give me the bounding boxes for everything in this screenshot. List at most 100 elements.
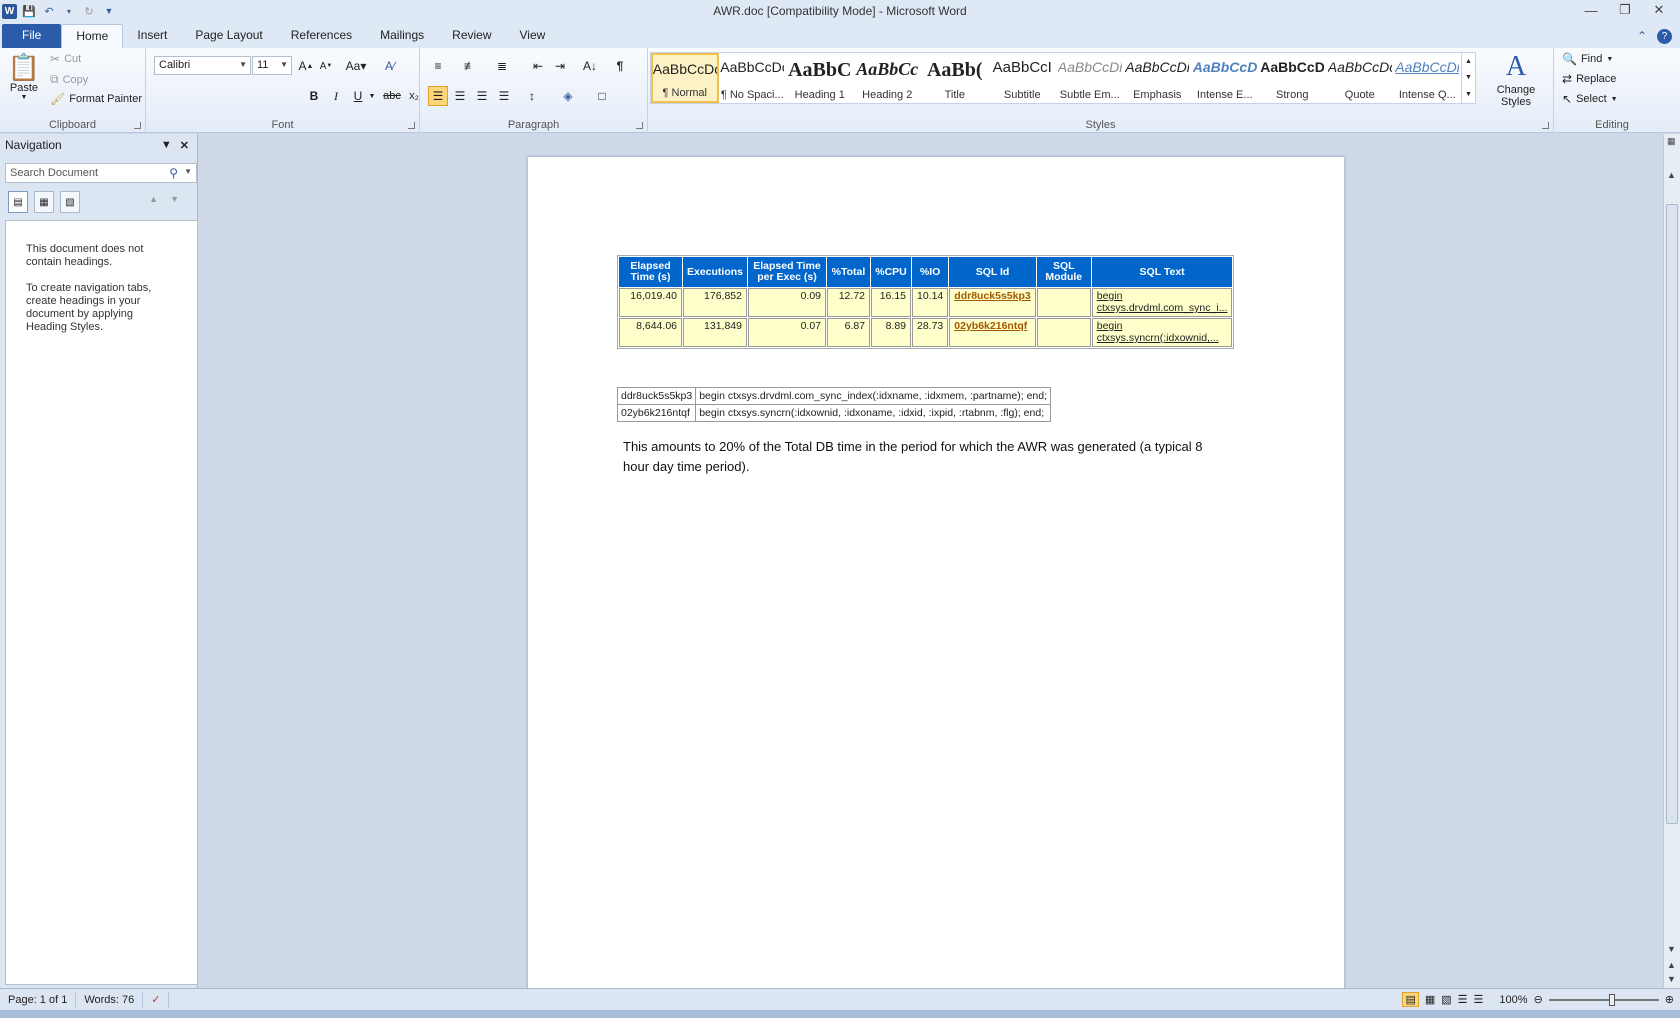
sort-icon[interactable]: A↓ [580,56,600,76]
font-name-select[interactable]: Calibri ▼ [154,56,251,75]
full-screen-reading-icon[interactable]: ▦ [1425,993,1435,1006]
proofing-icon[interactable]: ✓ [143,991,170,1008]
numbering-icon[interactable]: ≢ [460,56,480,76]
center-icon[interactable]: ☰ [450,86,470,106]
paste-button[interactable]: 📋 Paste ▼ [6,52,42,101]
page-count[interactable]: Page: 1 of 1 [0,991,77,1008]
grow-font-icon[interactable]: A ▲ [296,56,316,76]
select-button[interactable]: ↖ Select ▼ [1562,92,1618,106]
change-styles-button[interactable]: A Change Styles [1486,50,1546,108]
style-strong[interactable]: AaBbCcDcStrong [1259,53,1327,103]
zoom-slider[interactable] [1548,993,1659,1006]
sql-text-link[interactable]: begin ctxsys.syncrn(:idxownid,... [1091,318,1233,347]
search-document-input[interactable]: Search Document ⚲ ▼ [5,163,197,183]
style-quote[interactable]: AaBbCcDc Quote [1326,53,1394,103]
document-page[interactable]: Elapsed Time (s) Executions Elapsed Time… [528,157,1344,988]
zoom-in-icon[interactable]: ⊕ [1665,993,1674,1006]
bold-icon[interactable]: B [304,86,324,106]
sql-id-link[interactable]: 02yb6k216ntqf [949,318,1036,347]
next-icon[interactable]: ▼ [170,194,179,204]
print-layout-icon[interactable]: ▤ [1402,992,1419,1007]
underline-dropdown-icon[interactable]: ▼ [362,86,382,106]
borders-icon[interactable]: □ [592,86,612,106]
increase-indent-icon[interactable]: ⇥ [550,56,570,76]
help-icon[interactable]: ? [1657,28,1672,44]
font-launcher-icon[interactable] [408,122,415,129]
search-icon[interactable]: ⚲ [169,166,178,180]
line-spacing-icon[interactable]: ↕ [522,86,542,106]
undo-icon[interactable]: ↶ [41,3,57,19]
minimize-ribbon-icon[interactable]: ⌃ [1637,29,1647,43]
strikethrough-icon[interactable]: abc [382,86,402,106]
tab-home[interactable]: Home [61,24,124,48]
bullets-icon[interactable]: ≡ [428,56,448,76]
style-intense-quote[interactable]: AaBbCcDi Intense Q... [1394,53,1462,103]
scrollbar-thumb[interactable] [1666,204,1678,824]
close-pane-icon[interactable]: ✕ [180,139,189,152]
justify-icon[interactable]: ☰ [494,86,514,106]
save-icon[interactable]: 💾 [21,3,37,19]
zoom-out-icon[interactable]: ⊖ [1534,993,1543,1006]
shading-icon[interactable]: ◈ [558,86,578,106]
italic-icon[interactable]: I [326,86,346,106]
style-heading-1[interactable]: AaBbC Heading 1 [786,53,854,103]
browse-pages-icon[interactable]: ▦ [34,191,54,213]
shrink-font-icon[interactable]: A ▼ [316,56,336,76]
clipboard-launcher-icon[interactable] [134,122,141,129]
tab-mailings[interactable]: Mailings [366,24,438,48]
chevron-up-icon[interactable]: ▲ [1465,58,1472,65]
tab-page-layout[interactable]: Page Layout [181,24,276,48]
cut-button[interactable]: ✂ Cut [50,52,81,66]
style-no-spacing[interactable]: AaBbCcDc ¶ No Spaci... [719,53,787,103]
tab-view[interactable]: View [506,24,560,48]
tab-review[interactable]: Review [438,24,505,48]
close-icon[interactable]: ✕ [1642,0,1676,20]
tab-file[interactable]: File [2,24,62,48]
zoom-level[interactable]: 100% [1499,994,1527,1006]
change-case-icon[interactable]: Aa▾ [342,56,370,76]
align-right-icon[interactable]: ☰ [472,86,492,106]
style-title[interactable]: AaBb(Title [921,53,989,103]
clear-formatting-icon[interactable]: A∕ [380,56,400,76]
font-size-select[interactable]: 11 ▼ [252,56,292,75]
paragraph-launcher-icon[interactable] [636,122,643,129]
find-button[interactable]: 🔍 Find ▼ [1562,52,1613,66]
web-layout-icon[interactable]: ▧ [1441,993,1451,1006]
zoom-slider-knob[interactable] [1608,993,1615,1006]
tab-insert[interactable]: Insert [123,24,181,48]
word-logo-icon[interactable]: W [2,3,17,19]
more-icon[interactable]: ▼ [1465,91,1472,98]
minimize-icon[interactable]: — [1574,0,1608,20]
format-painter-button[interactable]: 🖌 Format Painter [50,92,142,106]
copy-button[interactable]: ⧉ Copy [50,72,88,87]
vertical-scrollbar[interactable]: ▦ ▲ ▼ ▲ ▼ [1663,134,1680,988]
next-page-icon[interactable]: ▼ [1667,974,1676,984]
scroll-down-icon[interactable]: ▼ [1667,944,1676,954]
replace-button[interactable]: ⇄ Replace [1562,72,1616,86]
draft-icon[interactable]: ☰ [1474,993,1484,1006]
styles-launcher-icon[interactable] [1542,122,1549,129]
multilevel-list-icon[interactable]: ≣ [492,56,512,76]
chevron-down-icon[interactable]: ▼ [184,167,192,176]
body-paragraph[interactable]: This amounts to 20% of the Total DB time… [623,437,1213,477]
browse-headings-icon[interactable]: ▤ [8,191,28,213]
style-intense-emphasis[interactable]: AaBbCcDi Intense E... [1191,53,1259,103]
ruler-toggle-icon[interactable]: ▦ [1667,136,1676,147]
style-subtitle[interactable]: AaBbCcI Subtitle [989,53,1057,103]
style-emphasis[interactable]: AaBbCcDi Emphasis [1124,53,1192,103]
tab-references[interactable]: References [277,24,366,48]
sql-id-link[interactable]: ddr8uck5s5kp3 [949,288,1036,317]
decrease-indent-icon[interactable]: ⇤ [528,56,548,76]
sql-text-link[interactable]: begin ctxsys.drvdml.com_sync_i... [1091,288,1233,317]
chevron-down-icon[interactable]: ▼ [1465,74,1472,81]
redo-icon[interactable]: ↻ [81,3,97,19]
align-left-icon[interactable]: ☰ [428,86,448,106]
styles-scroll[interactable]: ▲ ▼ ▼ [1461,53,1475,103]
customize-qat-icon[interactable]: ▼ [101,3,117,19]
pane-options-icon[interactable]: ▼ [161,139,172,152]
dropdown-icon[interactable]: ▾ [61,3,77,19]
style-heading-2[interactable]: AaBbCc Heading 2 [854,53,922,103]
outline-icon[interactable]: ☰ [1458,993,1468,1006]
scroll-up-icon[interactable]: ▲ [1667,170,1676,180]
document-area[interactable]: Elapsed Time (s) Executions Elapsed Time… [199,134,1663,988]
